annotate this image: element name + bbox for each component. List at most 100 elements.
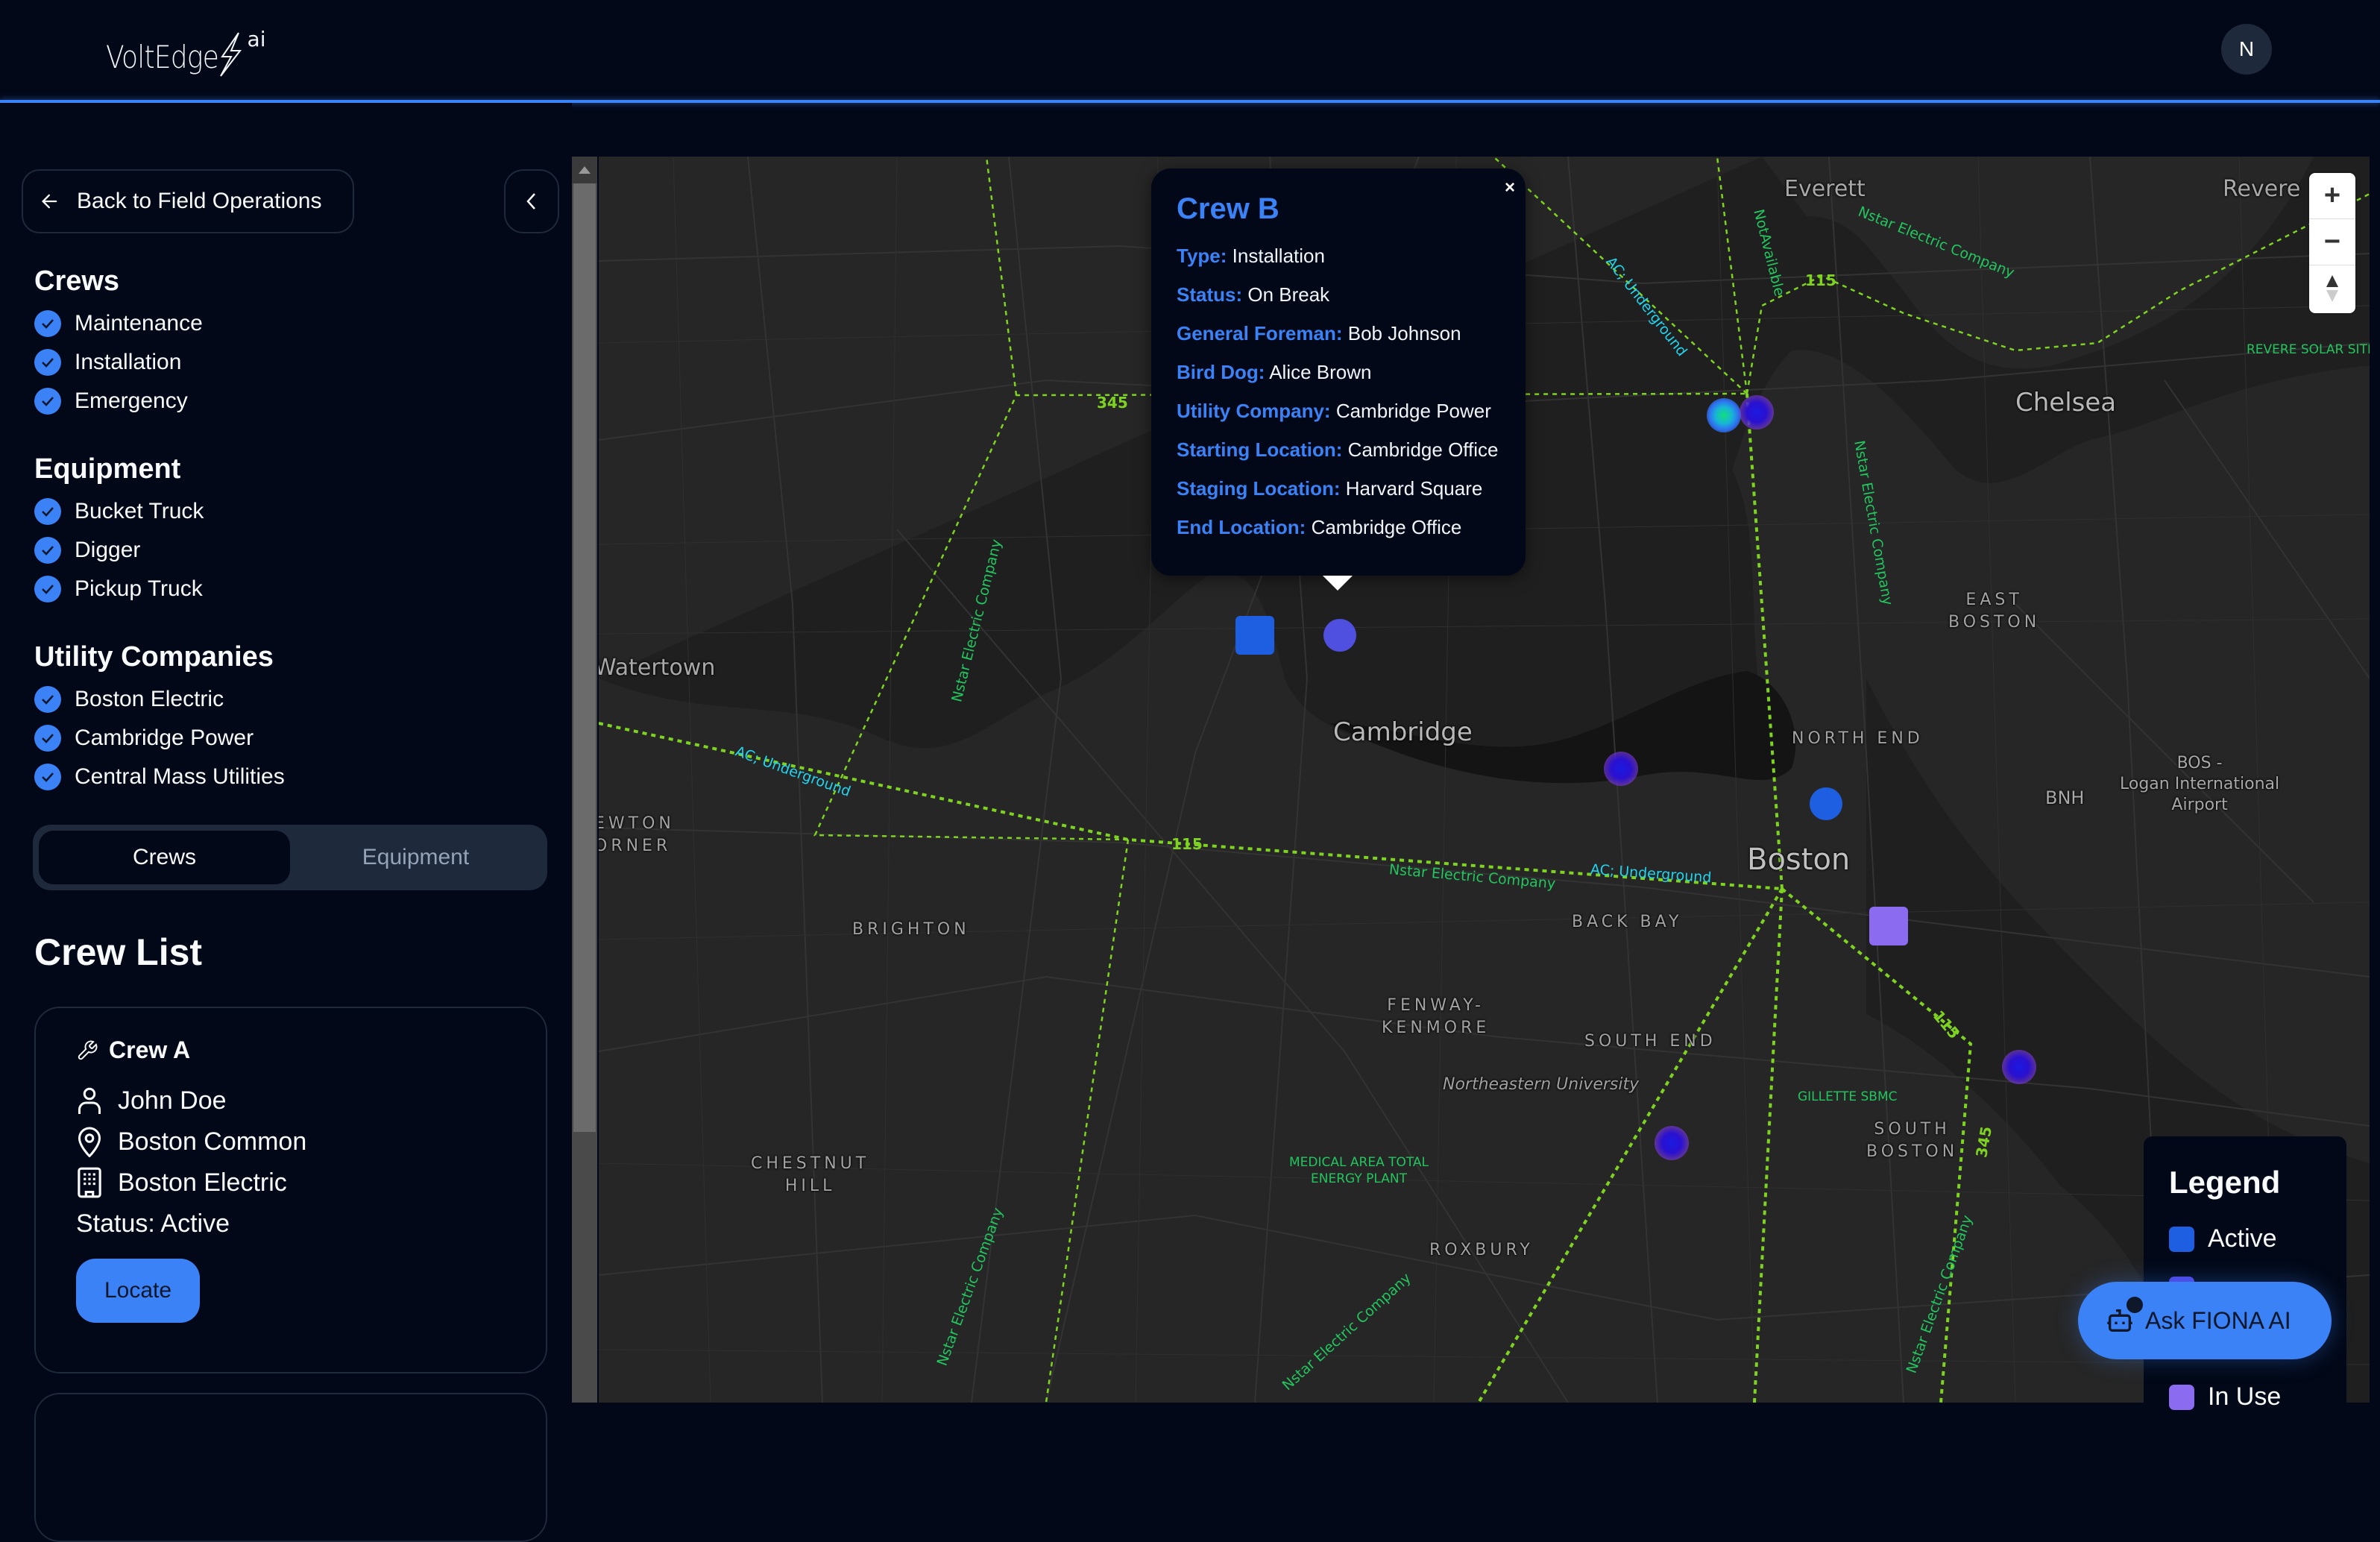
crew-location: Boston Common [76, 1126, 306, 1157]
filter-bucket-truck[interactable]: Bucket Truck [34, 498, 204, 525]
back-to-field-operations-button[interactable]: Back to Field Operations [22, 169, 354, 233]
app-header: VoltEdge ai N [0, 0, 2380, 101]
tab-crews[interactable]: Crews [39, 831, 290, 884]
crew-card [34, 1393, 547, 1542]
map-label-everett: Everett [1784, 176, 1866, 202]
filter-label: Cambridge Power [75, 726, 254, 750]
checkbox-checked-icon[interactable] [34, 388, 61, 415]
filter-installation[interactable]: Installation [34, 349, 181, 376]
map-pin-icon [78, 1127, 101, 1157]
map-marker-heat[interactable] [1707, 398, 1741, 432]
map-marker-heat[interactable] [2002, 1050, 2036, 1084]
popup-field-general-foreman: General Foreman: Bob Johnson [1177, 322, 1461, 344]
popup-field-end-location: End Location: Cambridge Office [1177, 516, 1462, 538]
checkbox-checked-icon[interactable] [34, 725, 61, 752]
popup-field-bird-dog: Bird Dog: Alice Brown [1177, 361, 1372, 383]
checkbox-checked-icon[interactable] [34, 764, 61, 790]
map-marker-equipment-in-use[interactable] [1869, 907, 1908, 945]
checkbox-checked-icon[interactable] [34, 537, 61, 564]
close-icon[interactable]: × [1499, 174, 1521, 201]
chevron-left-icon [526, 193, 535, 210]
sidebar: Back to Field Operations Crews Maintenan… [0, 103, 572, 1542]
compass-reset-north-icon[interactable] [2309, 265, 2355, 312]
user-icon [78, 1087, 101, 1114]
zoom-in-button[interactable]: + [2309, 173, 2355, 219]
popup-field-status: Status: On Break [1177, 283, 1330, 306]
filter-section-title-equipment: Equipment [34, 453, 181, 485]
map-label-south-boston: SOUTH BOSTON [1866, 1120, 1959, 1161]
popup-field-type: Type: Installation [1177, 245, 1325, 267]
crew-card: Crew A John Doe Boston Common Boston Ele… [34, 1007, 547, 1373]
filter-label: Central Mass Utilities [75, 764, 285, 789]
crew-list-title: Crew List [34, 931, 203, 973]
map-marker-crew-on-break[interactable] [1323, 619, 1356, 652]
popup-pointer [1323, 576, 1353, 591]
legend-item-active: Active [2169, 1224, 2277, 1253]
filter-section-title-utility-companies: Utility Companies [34, 641, 274, 673]
filter-label: Maintenance [75, 311, 203, 336]
zoom-out-button[interactable]: − [2309, 219, 2355, 265]
tab-equipment[interactable]: Equipment [290, 831, 541, 884]
filter-label: Pickup Truck [75, 576, 203, 601]
logo-ai-suffix: ai [247, 27, 266, 51]
checkbox-checked-icon[interactable] [34, 310, 61, 337]
filter-boston-electric[interactable]: Boston Electric [34, 686, 224, 713]
filter-cambridge-power[interactable]: Cambridge Power [34, 725, 254, 752]
user-avatar[interactable]: N [2221, 24, 2272, 75]
checkbox-checked-icon[interactable] [34, 498, 61, 525]
logo[interactable]: VoltEdge ai [106, 27, 266, 78]
map-marker-heat[interactable] [1655, 1126, 1689, 1160]
filter-digger[interactable]: Digger [34, 537, 140, 564]
back-button-label: Back to Field Operations [77, 189, 322, 213]
filter-label: Installation [75, 350, 182, 374]
legend-swatch [2169, 1226, 2194, 1252]
legend-title: Legend [2169, 1165, 2281, 1200]
filter-emergency[interactable]: Emergency [34, 388, 188, 415]
map-label-logan-airport: BOS - Logan International Airport [2120, 754, 2280, 814]
popup-field-utility-company: Utility Company: Cambridge Power [1177, 400, 1491, 422]
checkbox-checked-icon[interactable] [34, 349, 61, 376]
crew-info-popup: × Crew B Type: Installation Status: On B… [1151, 169, 1526, 576]
map-marker-heat[interactable] [1740, 395, 1774, 429]
notification-dot [2126, 1297, 2143, 1313]
filter-maintenance[interactable]: Maintenance [34, 310, 203, 337]
map-label-back-bay: BACK BAY [1572, 913, 1683, 931]
wrench-icon [78, 1040, 98, 1060]
filter-central-mass-utilities[interactable]: Central Mass Utilities [34, 764, 285, 790]
map-marker-equipment-active[interactable] [1235, 616, 1274, 655]
map-zoom-control: + − [2309, 173, 2355, 313]
map-label-cambridge: Cambridge [1333, 717, 1473, 747]
ask-fiona-ai-button[interactable]: Ask FIONA AI [2078, 1282, 2332, 1359]
building-icon [78, 1167, 101, 1198]
map-label-fenway-kenmore: FENWAY- KENMORE [1382, 996, 1490, 1037]
filter-pickup-truck[interactable]: Pickup Truck [34, 576, 203, 602]
ask-fiona-label: Ask FIONA AI [2145, 1306, 2291, 1334]
list-type-toggle: Crews Equipment [33, 825, 547, 890]
arrow-left-icon [42, 194, 57, 209]
crew-status: Status: Active [76, 1209, 230, 1238]
crew-company: Boston Electric [76, 1166, 287, 1199]
locate-button[interactable]: Locate [76, 1259, 200, 1323]
crew-name: Crew A [109, 1036, 191, 1063]
map-label-north-end: NORTH END [1792, 729, 1924, 748]
voltage-label: 345 [1097, 394, 1128, 412]
filter-label: Emergency [75, 388, 188, 413]
map-label-watertown: Watertown [599, 655, 716, 681]
scroll-up-arrow-icon[interactable] [572, 157, 597, 183]
sidebar-scrollbar-thumb[interactable] [573, 183, 596, 1132]
checkbox-checked-icon[interactable] [34, 576, 61, 602]
filter-section-title-crews: Crews [34, 265, 120, 297]
map-label-east-boston: EAST BOSTON [1948, 591, 2041, 632]
map-marker-heat[interactable] [1604, 752, 1638, 786]
collapse-sidebar-button[interactable] [504, 169, 559, 233]
filter-label: Bucket Truck [75, 499, 204, 523]
lightning-bolt-icon [219, 32, 242, 77]
map-marker-crew-active[interactable] [1810, 787, 1842, 820]
map-label-gillette-sbmc: GILLETTE SBMC [1798, 1089, 1898, 1104]
filter-label: Boston Electric [75, 687, 224, 711]
logo-text: VoltEdge [106, 39, 219, 75]
checkbox-checked-icon[interactable] [34, 686, 61, 713]
map-label-south-end: SOUTH END [1584, 1032, 1716, 1051]
map-label-chelsea: Chelsea [2015, 388, 2117, 418]
voltage-label: 115 [1171, 835, 1203, 853]
